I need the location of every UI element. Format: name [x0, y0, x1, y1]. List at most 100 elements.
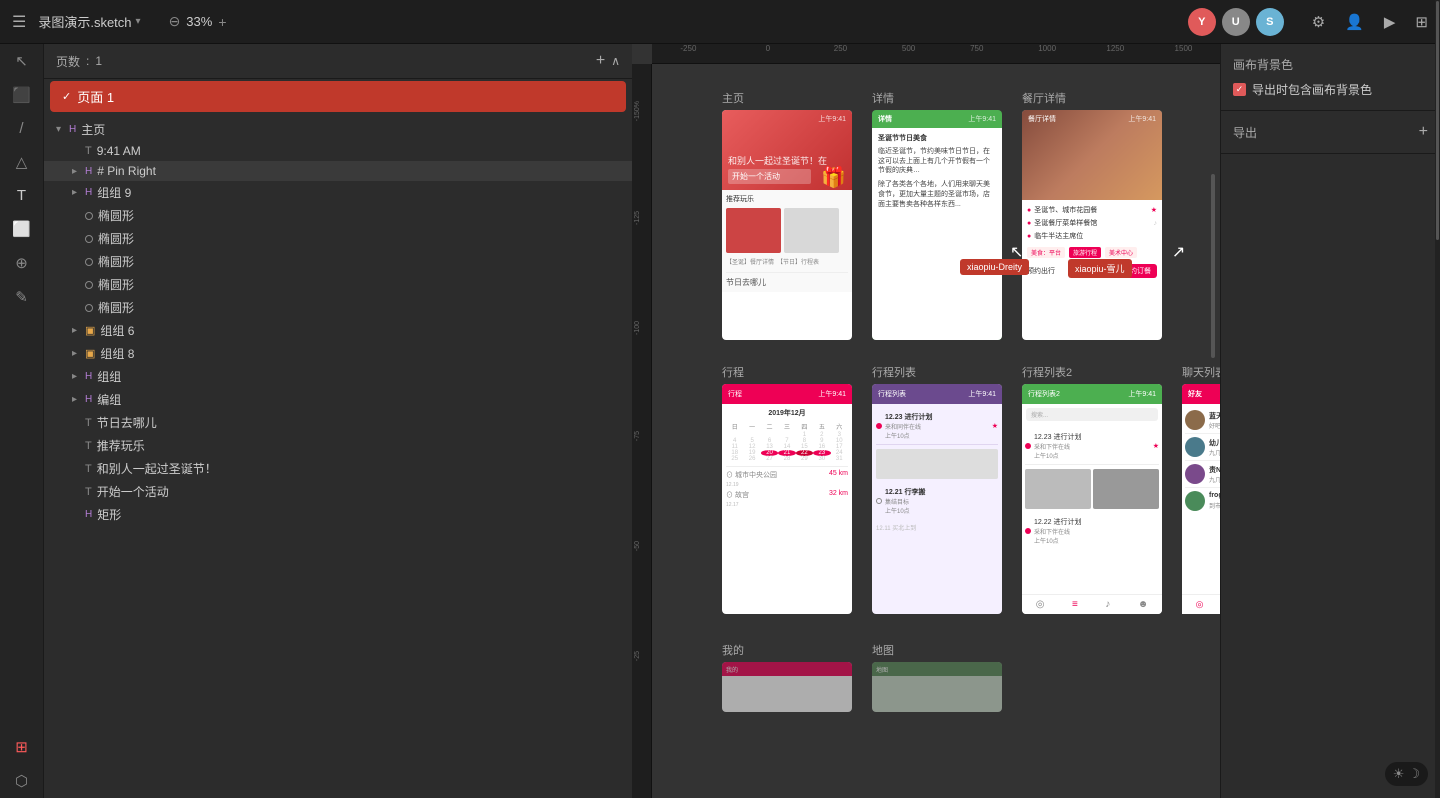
layer-type-icon-folder: ▣: [85, 347, 95, 360]
canvas-scrollbar[interactable]: [1211, 64, 1216, 798]
add-export-btn[interactable]: +: [1419, 123, 1428, 141]
tool-pen[interactable]: ✎: [15, 288, 28, 306]
right-panel-scrollbar[interactable]: [1435, 0, 1440, 798]
layer-group9[interactable]: ▸ H 组组 9: [44, 181, 632, 204]
artboard-frame-restaurant[interactable]: 餐厅详情 上午9:41 ● 圣诞节、城市花园餐 ★ ● 圣诞餐厅菜单样餐馆 ♪: [1022, 110, 1162, 340]
layer-pin-right[interactable]: ▸ H # Pin Right: [44, 161, 632, 181]
pages-count: :: [86, 54, 89, 68]
artboard-frame-homepage[interactable]: 上午9:41 和别人一起过圣诞节！在 开始一个活动 🎁 推荐玩乐: [722, 110, 852, 340]
layer-name: 椭圆形: [98, 207, 134, 224]
layer-rect[interactable]: ▸ H 矩形: [44, 503, 632, 526]
tool-assets[interactable]: ⬡: [15, 772, 28, 790]
canvas-area[interactable]: -250 0 250 500 750 1000 1250 1500 -150% …: [632, 44, 1220, 798]
layer-text-jieriqunae[interactable]: ▸ T 节日去哪儿: [44, 411, 632, 434]
artboard-frame-mine[interactable]: 我的: [722, 662, 852, 712]
avatar-group: Y U S: [1188, 8, 1284, 36]
layer-name: 组组 6: [100, 322, 134, 339]
artboard-restaurant[interactable]: 餐厅详情 餐厅详情 上午9:41 ● 圣诞节、城市花园餐 ★: [1022, 90, 1162, 340]
nav-icon-2[interactable]: ≡: [1072, 599, 1078, 610]
zoom-plus-btn[interactable]: +: [218, 14, 226, 30]
expand-arrow[interactable]: ▸: [72, 394, 82, 405]
expand-arrow[interactable]: ▸: [72, 348, 82, 359]
sun-icon[interactable]: ☀: [1393, 766, 1405, 782]
layer-name: 9:41 AM: [97, 144, 141, 158]
avatar-3[interactable]: S: [1256, 8, 1284, 36]
artboard-schedule[interactable]: 行程 行程 上午9:41 2019年12月 日 一 二: [722, 364, 852, 614]
expand-arrow[interactable]: ▸: [72, 325, 82, 336]
expand-arrow[interactable]: ▸: [72, 166, 82, 177]
sl2-search[interactable]: 搜索...: [1026, 408, 1158, 421]
filename[interactable]: 录图演示.sketch ▾: [38, 12, 140, 31]
page-item-1[interactable]: ✓ 页面 1: [50, 81, 626, 112]
cta-button: 开始一个活动: [728, 169, 811, 184]
layer-text-tuijian[interactable]: ▸ T 推荐玩乐: [44, 434, 632, 457]
play-icon[interactable]: ▶: [1384, 13, 1396, 31]
artboard-label-detail: 详情: [872, 90, 1002, 106]
rest-icon-3: ●: [1027, 233, 1031, 240]
tool-shape[interactable]: △: [16, 153, 28, 171]
artboard-frame-map[interactable]: 地图: [872, 662, 1002, 712]
cl-nav-1[interactable]: ◎: [1196, 599, 1204, 610]
nav-icon-3[interactable]: ♪: [1105, 599, 1110, 610]
layer-ellipse-3[interactable]: ▸ 椭圆形: [44, 250, 632, 273]
layer-group-bianzu[interactable]: ▸ H 编组: [44, 388, 632, 411]
artboard-mine[interactable]: 我的 我的: [722, 642, 852, 712]
filename-chevron[interactable]: ▾: [136, 16, 141, 27]
layer-name: 椭圆形: [98, 299, 134, 316]
artboard-homepage[interactable]: 主页 上午9:41 和别人一起过圣诞节！在 开始一个活动 🎁 推荐玩乐: [722, 90, 852, 340]
layer-ellipse-4[interactable]: ▸ 椭圆形: [44, 273, 632, 296]
layer-group8[interactable]: ▸ ▣ 组组 8: [44, 342, 632, 365]
layer-ellipse-5[interactable]: ▸ 椭圆形: [44, 296, 632, 319]
artboard-schedule-list2[interactable]: 行程列表2 行程列表2 上午9:41 搜索... 12.23 进行计划 采和: [1022, 364, 1162, 614]
export-checkbox[interactable]: ✓: [1233, 83, 1246, 96]
detail-title: 详情: [878, 114, 892, 124]
canvas-content[interactable]: 主页 上午9:41 和别人一起过圣诞节！在 开始一个活动 🎁 推荐玩乐: [652, 64, 1220, 798]
layer-ellipse-2[interactable]: ▸ 椭圆形: [44, 227, 632, 250]
layer-text-hebieyiren[interactable]: ▸ T 和别人一起过圣诞节！: [44, 457, 632, 480]
cat-label-2: 【节日】行程表: [777, 257, 819, 266]
grid-icon[interactable]: ⊞: [1415, 13, 1428, 31]
ruler-top: -250 0 250 500 750 1000 1250 1500: [652, 44, 1220, 64]
user-icon[interactable]: 👤: [1345, 13, 1364, 31]
layer-text-kaishiyige[interactable]: ▸ T 开始一个活动: [44, 480, 632, 503]
tool-layers[interactable]: ⊞: [15, 738, 28, 756]
artboard-frame-schedule[interactable]: 行程 上午9:41 2019年12月 日 一 二 三 四: [722, 384, 852, 614]
tool-pencil[interactable]: /: [19, 120, 23, 137]
artboard-schedule-list[interactable]: 行程列表 行程列表 上午9:41 12.23 进行计划 来和同伴在线 上午10点: [872, 364, 1002, 614]
tool-image[interactable]: ⬜: [12, 220, 31, 238]
cursor-2: ↖: [1172, 242, 1185, 262]
tool-move[interactable]: ↖: [15, 52, 28, 70]
expand-arrow[interactable]: ▸: [72, 371, 82, 382]
tool-component[interactable]: ⊕: [15, 254, 28, 272]
artboard-frame-detail[interactable]: 详情 上午9:41 圣诞节节日美食 临近圣诞节，节约美味节日节日，在这可以去上面…: [872, 110, 1002, 340]
content-body: 临近圣诞节，节约美味节日节日，在这可以去上面上有几个开节假有一个节假的庆典…: [878, 147, 996, 176]
layer-homepage-group[interactable]: ▾ H 主页: [44, 118, 632, 141]
moon-icon[interactable]: ☽: [1408, 766, 1420, 782]
tool-frame[interactable]: ⬛: [12, 86, 31, 104]
menu-icon[interactable]: ☰: [12, 12, 26, 32]
cl-title: 好友: [1188, 389, 1202, 399]
artboard-detail[interactable]: 详情 详情 上午9:41 圣诞节节日美食 临近圣诞节，节约美味节日节日，在这可以…: [872, 90, 1002, 340]
layer-time-text[interactable]: ▸ T 9:41 AM: [44, 141, 632, 161]
expand-arrow[interactable]: ▸: [72, 187, 82, 198]
settings-icon[interactable]: ⚙: [1312, 13, 1325, 31]
artboard-map[interactable]: 地图 地图: [872, 642, 1002, 712]
avatar-1[interactable]: Y: [1188, 8, 1216, 36]
canvas-scrollbar-thumb[interactable]: [1211, 174, 1215, 358]
tool-text[interactable]: T: [17, 187, 26, 204]
layer-group-symbol[interactable]: ▸ H 组组: [44, 365, 632, 388]
avatar-2[interactable]: U: [1222, 8, 1250, 36]
right-panel-scrollbar-thumb[interactable]: [1436, 1, 1439, 240]
nav-icon-1[interactable]: ◎: [1036, 599, 1045, 610]
layer-ellipse-1[interactable]: ▸ 椭圆形: [44, 204, 632, 227]
artboard-frame-sl2[interactable]: 行程列表2 上午9:41 搜索... 12.23 进行计划 采和下伴在线 上午1…: [1022, 384, 1162, 614]
artboard-frame-sl[interactable]: 行程列表 上午9:41 12.23 进行计划 来和同伴在线 上午10点 ★: [872, 384, 1002, 614]
add-page-btn[interactable]: +: [596, 52, 605, 70]
ruler-mark: -150%: [634, 101, 641, 121]
pages-collapse-btn[interactable]: ∧: [611, 54, 620, 68]
expand-arrow[interactable]: ▾: [56, 124, 66, 135]
sl-content: 12.23 进行计划 来和同伴在线 上午10点 ★ 12.21 行李搬 集结: [872, 404, 1002, 536]
zoom-minus-btn[interactable]: ⊖: [169, 13, 181, 30]
layer-group6[interactable]: ▸ ▣ 组组 6: [44, 319, 632, 342]
nav-icon-4[interactable]: ☻: [1138, 599, 1149, 610]
